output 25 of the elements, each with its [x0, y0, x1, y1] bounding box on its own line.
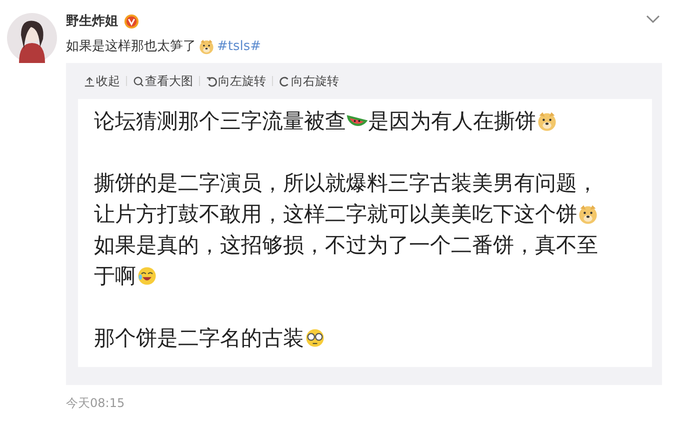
image-text-line: 让片方打鼓不敢用，这样二字就可以美美吃下这个饼 — [94, 200, 577, 228]
image-text-line: 如果是真的，这招够损，不过为了一个二番饼，真不至 — [94, 232, 598, 258]
dog-face-icon — [198, 38, 215, 54]
chevron-down-icon[interactable] — [645, 13, 661, 25]
dog-face-icon — [536, 110, 558, 132]
dog-face-icon — [577, 202, 599, 224]
search-icon — [133, 76, 144, 86]
post-text: 如果是这样那也太笋了 — [66, 38, 196, 55]
toolbar-button[interactable]: 向右旋转 — [273, 72, 345, 90]
rotate-right-icon — [279, 76, 290, 86]
rotate-left-icon — [206, 76, 217, 86]
laughing-face-icon — [136, 264, 158, 286]
toolbar-button[interactable]: 查看大图 — [127, 72, 199, 90]
image-text-line: 撕饼的是二字演员，所以就爆料三字古装美男有问题， — [94, 170, 598, 196]
toolbar-button[interactable]: 向左旋转 — [200, 72, 272, 90]
image-text-line: 论坛猜测那个三字流量被查 — [94, 108, 346, 134]
image-text-line: 那个饼是二字名的古装 — [94, 324, 304, 352]
post-time: 今天08:15 — [66, 395, 126, 412]
avatar[interactable] — [7, 13, 57, 63]
author-name[interactable]: 野生炸姐 — [66, 12, 118, 30]
image-text-line: 是因为有人在撕饼 — [368, 108, 536, 134]
upload-arrow-icon — [84, 76, 95, 86]
image-text-line: 于啊 — [94, 262, 136, 290]
toolbar-button[interactable]: 收起 — [78, 72, 126, 90]
glasses-face-icon — [304, 326, 326, 348]
